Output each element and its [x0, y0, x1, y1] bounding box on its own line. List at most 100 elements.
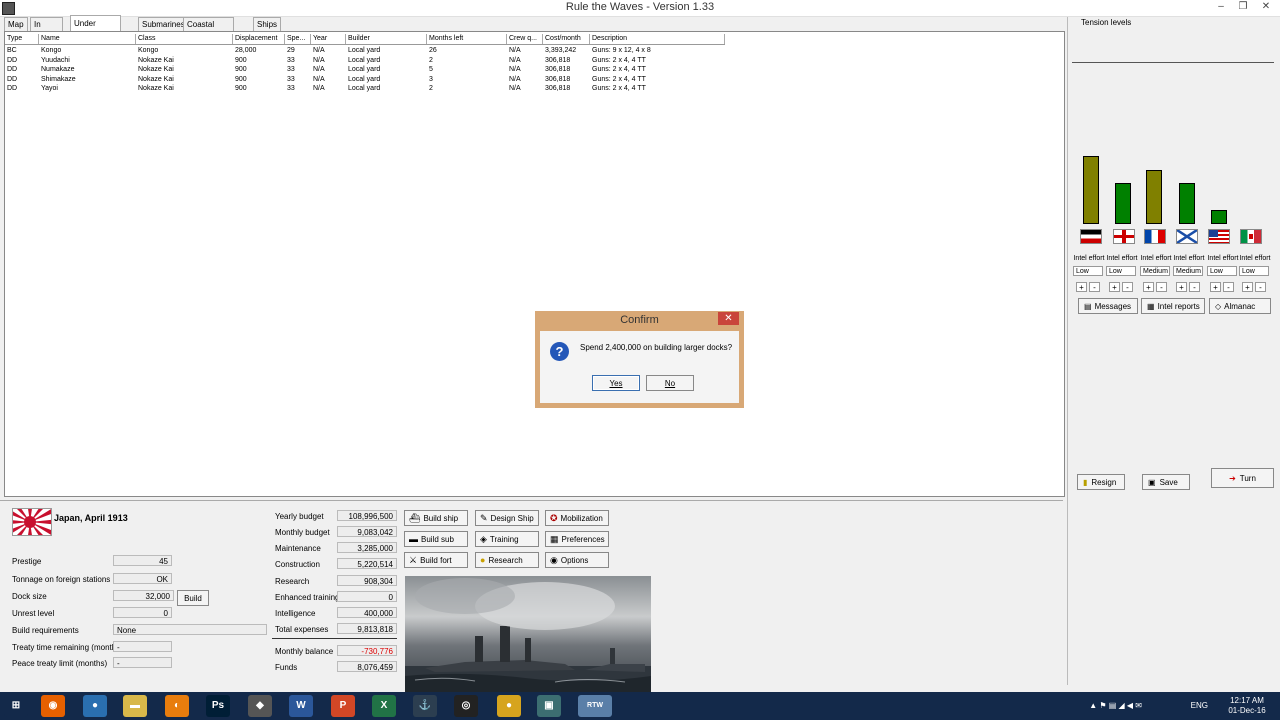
- turn-button[interactable]: ➔ Turn: [1211, 468, 1274, 488]
- intel-increase-button[interactable]: +: [1210, 282, 1221, 292]
- column-header[interactable]: Class: [136, 34, 233, 44]
- language-indicator[interactable]: ENG: [1191, 701, 1208, 710]
- intel-effort-select[interactable]: Low: [1106, 266, 1136, 276]
- table-cell: Yuudachi: [41, 56, 70, 64]
- budget-value: 0: [337, 591, 397, 602]
- app-icon[interactable]: ●: [83, 695, 107, 717]
- tab-in-service[interactable]: In service: [30, 17, 64, 42]
- file-explorer-icon[interactable]: ▬: [123, 695, 147, 717]
- clock[interactable]: 12:17 AM 01-Dec-16: [1222, 696, 1272, 716]
- france-flag: [1144, 229, 1166, 244]
- close-icon[interactable]: ✕: [1255, 1, 1277, 14]
- column-header[interactable]: Name: [39, 34, 136, 44]
- training-button[interactable]: ◈ Training: [475, 531, 539, 547]
- windows-start-icon[interactable]: ⊞: [4, 695, 28, 717]
- mobilization-button[interactable]: ✪ Mobilization: [545, 510, 609, 526]
- intel-increase-button[interactable]: +: [1143, 282, 1154, 292]
- intel-effort-select[interactable]: Low: [1207, 266, 1237, 276]
- resign-button[interactable]: ▮ Resign: [1077, 474, 1125, 490]
- germany-flag: [1080, 229, 1102, 244]
- table-row[interactable]: DD Shimakaze Nokaze Kai 900 33 N/A Local yard 3…: [5, 75, 725, 85]
- firefox-icon[interactable]: ◉: [41, 695, 65, 717]
- table-cell: Guns: 9 x 12, 4 x 8: [592, 47, 651, 54]
- stat-label: Build requirements: [12, 626, 79, 635]
- intel-increase-button[interactable]: +: [1176, 282, 1187, 292]
- intel-reports-button[interactable]: ▦ Intel reports: [1141, 298, 1205, 314]
- tray-icons[interactable]: ▲ ⚑ ▤ ◢ ◀ ✉: [1089, 701, 1142, 710]
- table-cell: Guns: 2 x 4, 4 TT: [592, 75, 646, 83]
- intel-increase-button[interactable]: +: [1076, 282, 1087, 292]
- intel-increase-button[interactable]: +: [1242, 282, 1253, 292]
- intel-decrease-button[interactable]: -: [1255, 282, 1266, 292]
- intel-increase-button[interactable]: +: [1109, 282, 1120, 292]
- intel-decrease-button[interactable]: -: [1156, 282, 1167, 292]
- word-icon[interactable]: W: [289, 695, 313, 717]
- column-header[interactable]: Displacement: [233, 34, 285, 44]
- app-icon-5[interactable]: ▣: [537, 695, 561, 717]
- app-icon-2[interactable]: ◆: [248, 695, 272, 717]
- table-cell: Local yard: [348, 85, 381, 92]
- table-row[interactable]: BC Kongo Kongo 28,000 29 N/A Local yard 26 N/A 3,…: [5, 46, 725, 56]
- app-icon-3[interactable]: ◎: [454, 695, 478, 717]
- column-header[interactable]: Crew q...: [507, 34, 543, 44]
- table-cell: Shimakaze: [41, 75, 76, 83]
- table-cell: 900: [235, 85, 247, 92]
- column-header[interactable]: Cost/month: [543, 34, 590, 44]
- intel-decrease-button[interactable]: -: [1122, 282, 1133, 292]
- design-ship-button[interactable]: ✎ Design Ship: [475, 510, 539, 526]
- preferences-button[interactable]: ▦ Preferences: [545, 531, 609, 547]
- excel-icon[interactable]: X: [372, 695, 396, 717]
- intel-effort-select[interactable]: Medium: [1173, 266, 1203, 276]
- restore-icon[interactable]: ❐: [1232, 1, 1254, 14]
- table-header: Type Name Class Displacement Spe... Year…: [5, 34, 725, 45]
- tab-ships-sunk[interactable]: Ships sunk: [253, 17, 282, 42]
- intel-decrease-button[interactable]: -: [1223, 282, 1234, 292]
- powerpoint-icon[interactable]: P: [331, 695, 355, 717]
- messages-button[interactable]: ▤ Messages: [1078, 298, 1138, 314]
- blender-icon[interactable]: ◐: [165, 695, 189, 717]
- minimize-icon[interactable]: –: [1210, 1, 1232, 14]
- tab-submarines[interactable]: Submarines: [138, 17, 189, 31]
- intel-effort-select[interactable]: Low: [1073, 266, 1103, 276]
- rtw-icon[interactable]: RTW: [578, 695, 612, 717]
- taskbar: ⊞ ◉ ● ▬ ◐ Ps ◆ W P X ⚓ ◎ ● ▣ RTW ▲ ⚑ ▤ ◢ ◀ ✉ ENG 12:17…: [0, 692, 1280, 720]
- intel-effort-select[interactable]: Medium: [1140, 266, 1170, 276]
- options-button[interactable]: ◉ Options: [545, 552, 609, 568]
- yes-button[interactable]: Yes: [592, 375, 640, 391]
- intel-effort-select[interactable]: Low: [1239, 266, 1269, 276]
- tab-map[interactable]: Map: [4, 17, 28, 31]
- build-ship-button[interactable]: ⛴ Build ship: [404, 510, 468, 526]
- table-row[interactable]: DD Yayoi Nokaze Kai 900 33 N/A Local yard 2 N/A 3…: [5, 84, 725, 94]
- no-button[interactable]: No: [646, 375, 694, 391]
- intel-decrease-button[interactable]: -: [1089, 282, 1100, 292]
- save-button[interactable]: ▣ Save: [1142, 474, 1190, 490]
- column-header[interactable]: Spe...: [285, 34, 311, 44]
- table-row[interactable]: DD Numakaze Nokaze Kai 900 33 N/A Local yard 5 N…: [5, 65, 725, 75]
- column-header[interactable]: Builder: [346, 34, 427, 44]
- world-of-warships-icon[interactable]: ⚓: [413, 695, 437, 717]
- preferences-icon: ▦: [550, 534, 559, 544]
- column-header[interactable]: Months left: [427, 34, 507, 44]
- build-sub-button[interactable]: ▬ Build sub: [404, 531, 468, 547]
- column-header[interactable]: Year: [311, 34, 346, 44]
- table-cell: N/A: [509, 85, 521, 92]
- mobilization-icon: ✪: [550, 513, 558, 523]
- research-button[interactable]: ● Research: [475, 552, 539, 568]
- column-header[interactable]: Description: [590, 34, 725, 44]
- budget-value: 908,304: [337, 575, 397, 586]
- build-fort-button[interactable]: ⚔ Build fort: [404, 552, 468, 568]
- table-cell: 28,000: [235, 47, 257, 54]
- almanac-button[interactable]: ◇ Almanac: [1209, 298, 1271, 314]
- table-cell: Numakaze: [41, 66, 75, 73]
- budget-label: Monthly budget: [275, 528, 330, 537]
- build-dock-button[interactable]: Build: [177, 590, 209, 606]
- table-row[interactable]: DD Yuudachi Nokaze Kai 900 33 N/A Local yard 2 N…: [5, 56, 725, 66]
- tab-coastal-fortifications[interactable]: Coastal fortifications: [183, 17, 234, 42]
- column-header[interactable]: Type: [5, 34, 39, 44]
- intel-decrease-button[interactable]: -: [1189, 282, 1200, 292]
- dialog-close-icon[interactable]: ✕: [718, 312, 739, 325]
- tab-under-construction[interactable]: Under construction: [70, 15, 122, 43]
- app-icon-4[interactable]: ●: [497, 695, 521, 717]
- photoshop-icon[interactable]: Ps: [206, 695, 230, 717]
- table-cell: N/A: [509, 56, 521, 64]
